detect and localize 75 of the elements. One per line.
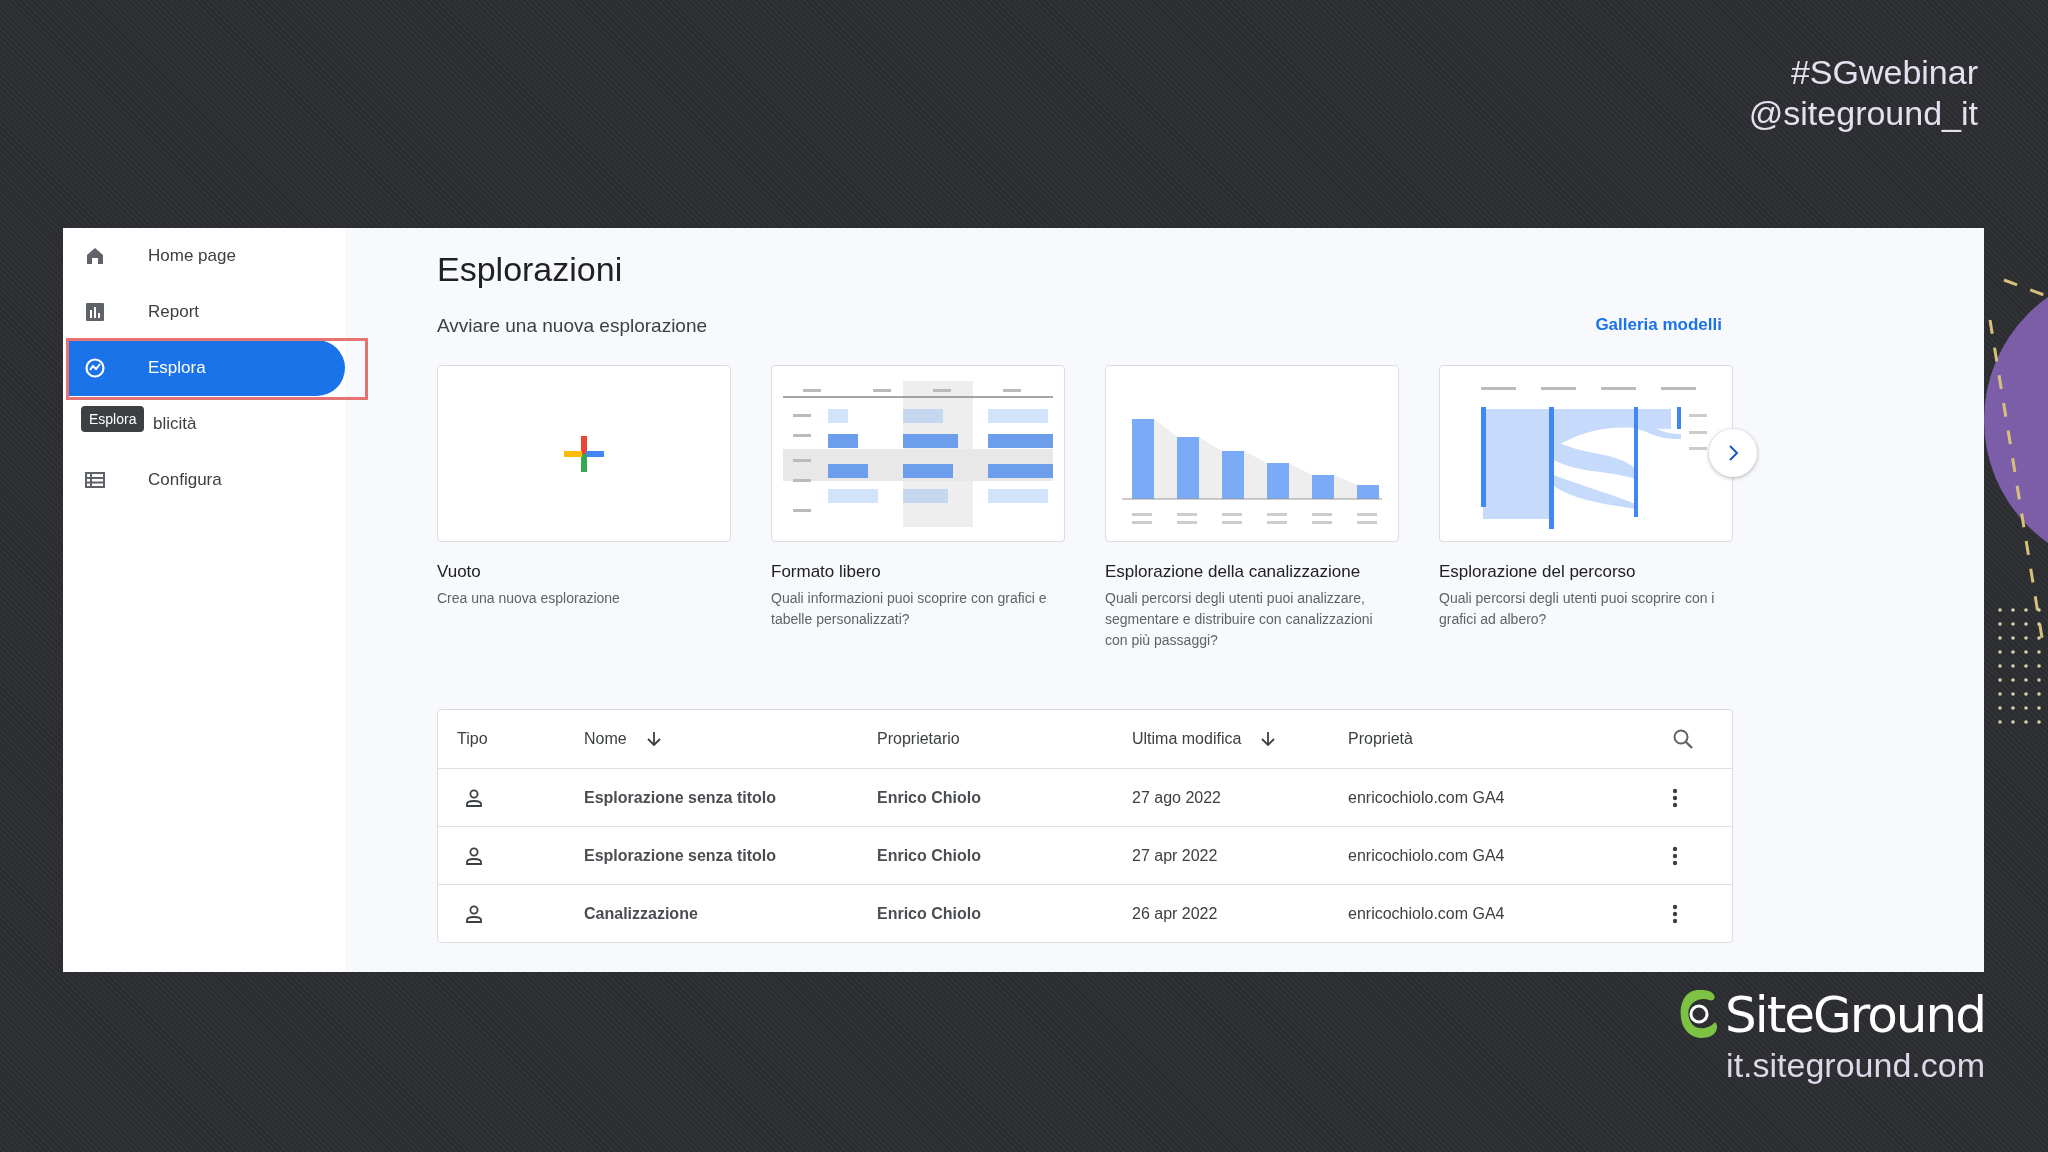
hashtag-text: #SGwebinar — [1790, 52, 1978, 93]
funnel-bar — [1177, 436, 1199, 499]
sort-arrow-icon[interactable] — [646, 731, 661, 747]
column-header[interactable]: Proprietario — [877, 730, 960, 748]
column-header[interactable]: Proprietà — [1348, 730, 1413, 748]
sidebar-item[interactable]: Configura — [63, 452, 345, 508]
person-icon — [464, 845, 484, 866]
funnel-bar — [1312, 474, 1334, 499]
column-header[interactable]: Nome — [584, 730, 627, 748]
header-placeholder — [1481, 386, 1516, 390]
label-placeholder — [1357, 512, 1377, 524]
header-placeholder — [1601, 386, 1636, 390]
person-icon — [464, 787, 484, 808]
handle-text: @siteground_it — [1748, 93, 1978, 134]
label-placeholder — [1689, 413, 1707, 417]
table-cell-text: Enrico Chiolo — [877, 788, 982, 807]
label-placeholder — [1312, 512, 1332, 524]
label-placeholder — [1177, 512, 1197, 524]
gallery-link[interactable]: Galleria modelli — [1595, 315, 1722, 337]
table-cell-text: enricochiolo.com GA4 — [1348, 846, 1506, 865]
header-placeholder — [1661, 386, 1696, 390]
sidebar-item[interactable]: Home page — [63, 228, 345, 284]
label-placeholder — [1689, 430, 1707, 434]
website-url: it.siteground.com — [1726, 1046, 1985, 1085]
explore-icon — [83, 356, 107, 380]
template-description: Crea una nuova esplorazione — [437, 589, 621, 608]
table-cell[interactable]: Canalizzazione — [584, 904, 877, 923]
column-header[interactable]: Ultima modifica — [1132, 730, 1242, 748]
funnel-dropoff — [1244, 450, 1267, 499]
template-description: Quali percorsi degli utenti puoi analizzare, segmentare e distribuire con canalizzazioni con più passaggi? — [1105, 589, 1374, 650]
template-title: Formato libero — [771, 562, 882, 582]
template-title: Esplorazione del percorso — [1439, 562, 1637, 582]
table-cell-text: enricochiolo.com GA4 — [1348, 788, 1506, 807]
section-heading: Avviare una nuova esplorazione — [437, 315, 708, 337]
funnel-dropoff — [1334, 474, 1357, 499]
sidebar-item[interactable]: blicità — [153, 396, 345, 452]
column-header[interactable]: Tipo — [457, 730, 488, 748]
table-cell-text: 27 ago 2022 — [1132, 788, 1222, 807]
label-placeholder — [1689, 446, 1707, 450]
label-placeholder — [1132, 512, 1152, 524]
header-placeholder — [1541, 386, 1576, 390]
person-icon — [464, 903, 484, 924]
label-placeholder — [1267, 512, 1287, 524]
table-cell[interactable]: Esplorazione senza titolo — [584, 788, 877, 807]
more-icon[interactable] — [1672, 845, 1678, 866]
sidebar-item[interactable]: Report — [63, 284, 345, 340]
sidebar-item[interactable]: Esplora — [67, 340, 345, 396]
search-icon[interactable] — [1672, 728, 1694, 750]
funnel-bar — [1357, 484, 1379, 499]
template-title: Vuoto — [437, 562, 482, 582]
template-description: Quali percorsi degli utenti puoi scoprire con i grafici ad albero? — [1439, 589, 1716, 629]
template-card[interactable] — [1439, 365, 1733, 542]
more-icon[interactable] — [1672, 903, 1678, 924]
table-cell[interactable]: Esplorazione senza titolo — [584, 846, 877, 865]
funnel-bar — [1222, 450, 1244, 499]
funnel-dropoff — [1199, 436, 1222, 499]
template-description: Quali informazioni puoi scoprire con grafici e tabelle personalizzati? — [771, 589, 1048, 629]
logo-text: SiteGround — [1725, 986, 1985, 1044]
plus-icon — [564, 433, 604, 474]
template-card[interactable] — [771, 365, 1065, 542]
more-icon[interactable] — [1672, 787, 1678, 808]
funnel-bar — [1267, 462, 1289, 499]
sort-arrow-icon[interactable] — [1261, 731, 1276, 747]
table-cell-text: Enrico Chiolo — [877, 904, 982, 923]
page-title: Esplorazioni — [437, 250, 624, 289]
table-cell-text: 27 apr 2022 — [1132, 846, 1219, 865]
table-cell-text: 26 apr 2022 — [1132, 904, 1219, 923]
template-title: Esplorazione della canalizzazione — [1105, 562, 1362, 582]
node-bar — [1677, 406, 1681, 429]
table-cell-text: enricochiolo.com GA4 — [1348, 904, 1506, 923]
bar-chart-icon — [83, 300, 107, 324]
table-cell-text: Enrico Chiolo — [877, 846, 982, 865]
label-placeholder — [1222, 512, 1242, 524]
tooltip: Esplora — [81, 406, 145, 432]
funnel-dropoff — [1289, 462, 1312, 499]
